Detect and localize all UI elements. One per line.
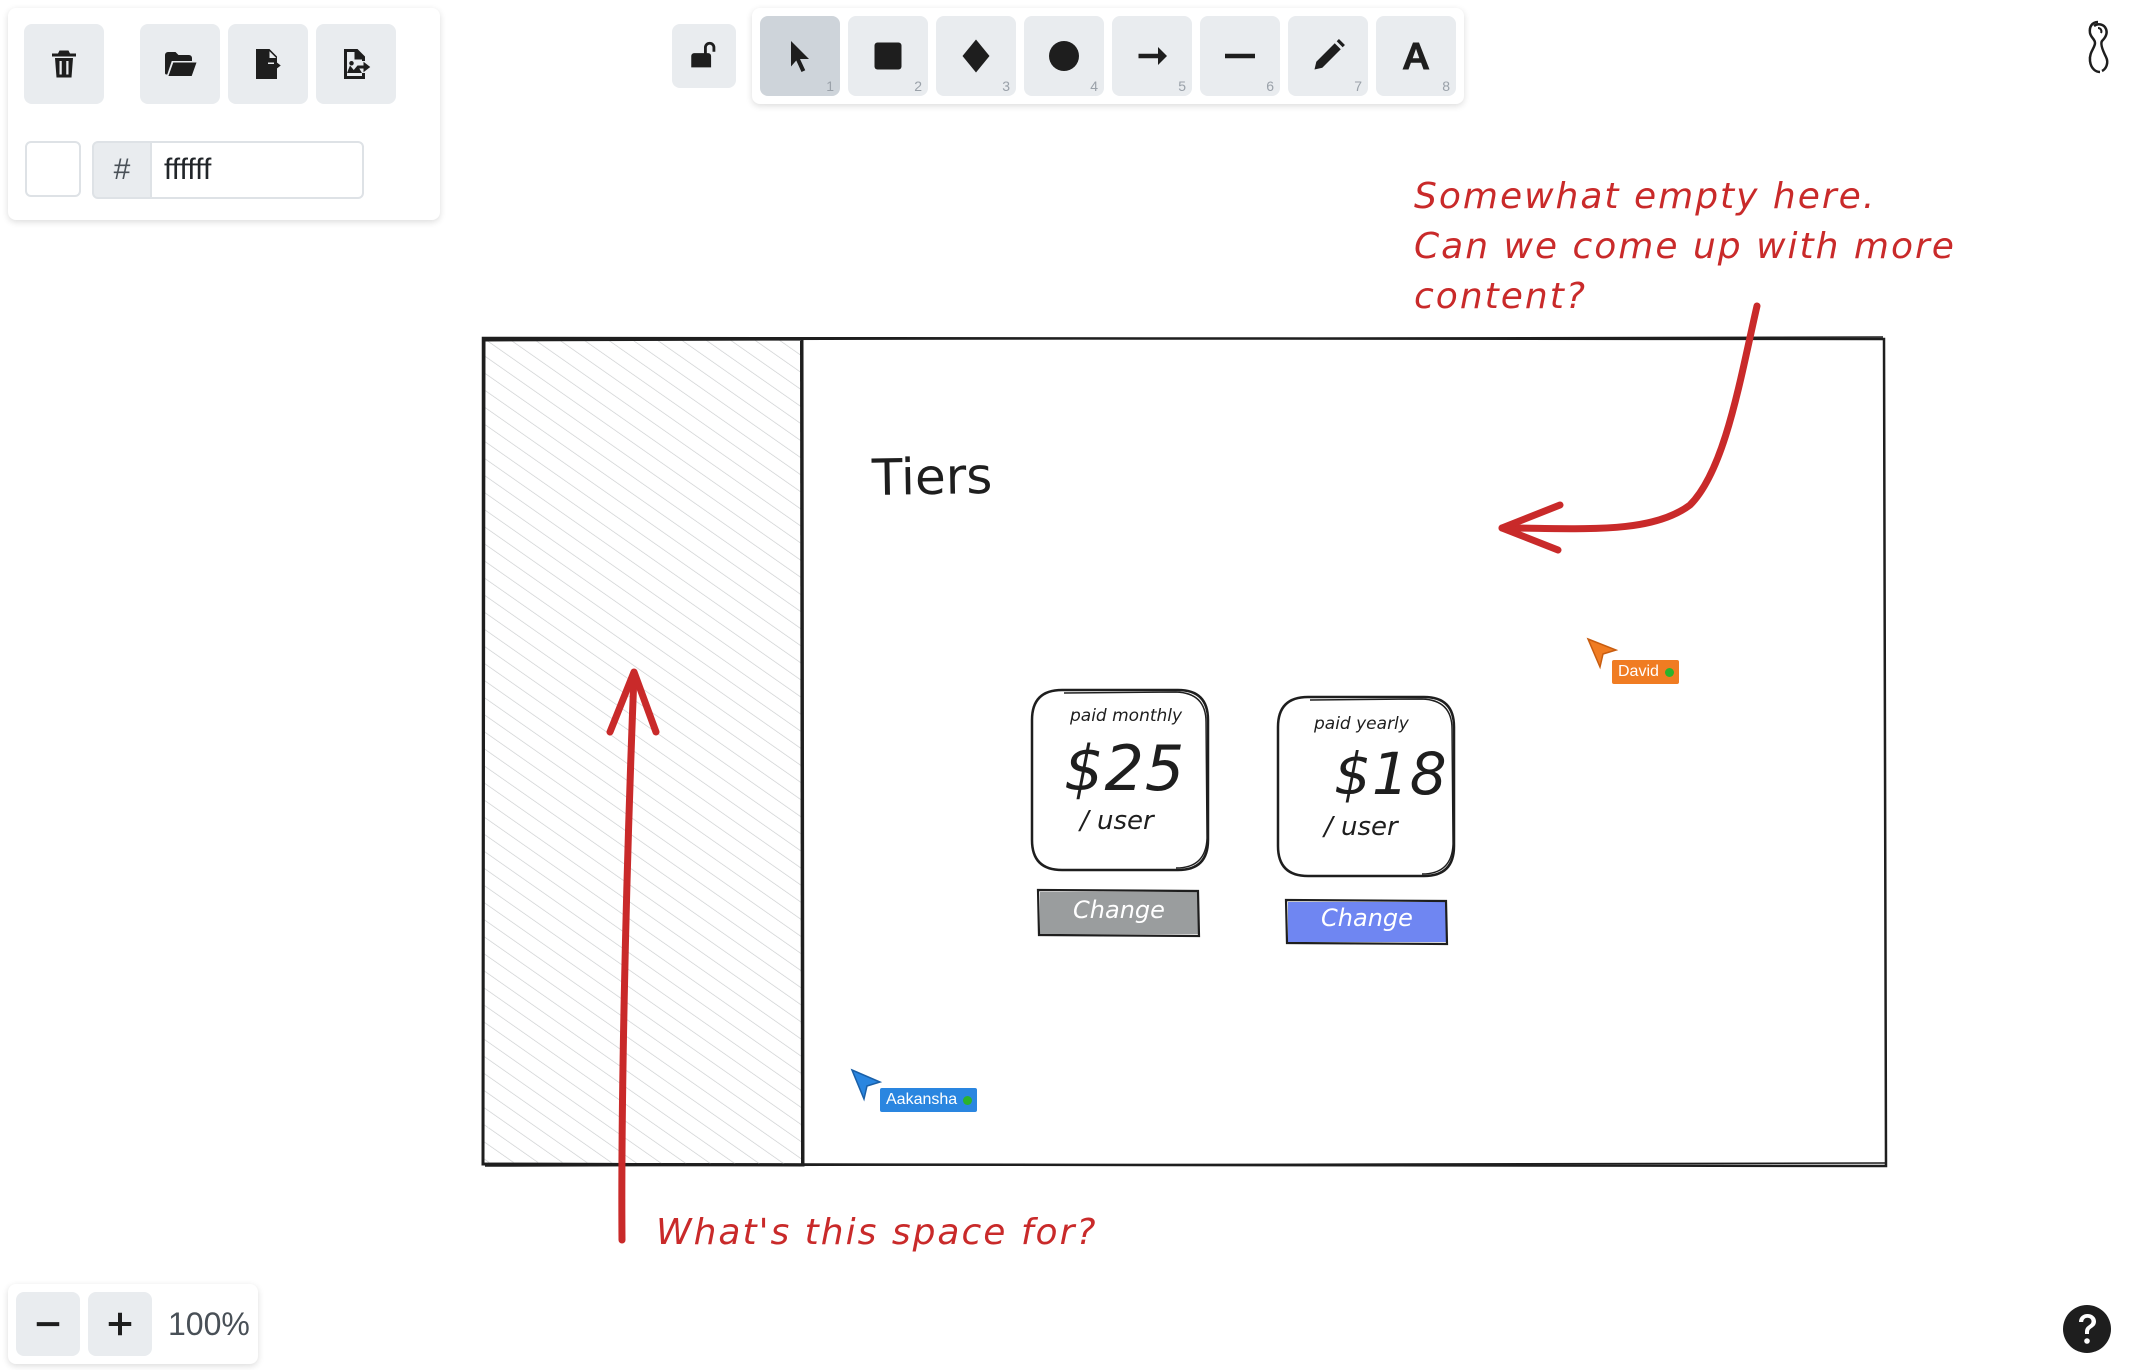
shortcut-label: 5 (1178, 78, 1186, 94)
card-monthly-unit: / user (1080, 806, 1154, 836)
tool-diamond[interactable]: 3 (936, 16, 1016, 96)
minus-icon (36, 1322, 60, 1327)
tool-text[interactable]: 8 (1376, 16, 1456, 96)
card-monthly-price: $25 (1064, 732, 1186, 805)
collaborator-david-name: David (1618, 663, 1659, 680)
image-export-icon (344, 49, 371, 79)
circle-icon (1049, 41, 1079, 71)
change-button-yearly[interactable]: Change (1288, 904, 1446, 932)
pencil-icon (1314, 39, 1345, 70)
line-icon (1225, 53, 1255, 59)
change-button-monthly[interactable]: Change (1040, 896, 1198, 924)
sidebar-placeholder (481, 337, 805, 1167)
zoom-level[interactable]: 100% (168, 1306, 250, 1343)
note-top: Somewhat empty here. Can we come up with… (1414, 172, 1956, 322)
canvas-actions-panel: # (8, 8, 440, 220)
shortcut-label: 3 (1002, 78, 1010, 94)
tiers-heading: Tiers (871, 446, 993, 508)
open-file-button[interactable] (140, 24, 220, 104)
diamond-icon (962, 39, 990, 73)
zoom-in-button[interactable] (88, 1292, 152, 1356)
shortcut-label: 2 (914, 78, 922, 94)
card-monthly-label: paid monthly (1070, 706, 1183, 726)
online-status-icon (963, 1096, 973, 1105)
note-bottom: What's this space for? (656, 1212, 1098, 1253)
note-top-line-3: content? (1414, 276, 1587, 317)
background-color-swatch[interactable] (25, 141, 81, 197)
zoom-out-button[interactable] (16, 1292, 80, 1356)
note-top-line-1: Somewhat empty here. (1414, 176, 1877, 217)
file-export-icon (256, 49, 281, 79)
pointer-icon (791, 41, 809, 73)
tool-arrow[interactable]: 5 (1112, 16, 1192, 96)
folder-open-icon (165, 52, 197, 76)
collaborator-aakansha: Aakansha (880, 1088, 978, 1112)
tool-rectangle[interactable]: 2 (848, 16, 928, 96)
shortcut-label: 1 (826, 78, 834, 94)
collaborator-aakansha-name: Aakansha (886, 1091, 958, 1108)
clear-canvas-button[interactable] (24, 24, 104, 104)
tool-ellipse[interactable]: 4 (1024, 16, 1104, 96)
tool-line[interactable]: 6 (1200, 16, 1280, 96)
export-file-button[interactable] (228, 24, 308, 104)
arrow-right-icon (1138, 47, 1167, 65)
shortcut-label: 6 (1266, 78, 1274, 94)
note-top-line-2: Can we come up with more (1414, 226, 1956, 267)
online-status-icon (1664, 668, 1674, 677)
annotation-arrow-top (1498, 302, 1761, 554)
help-icon (2063, 1305, 2111, 1353)
annotation-arrow-bottom (606, 668, 660, 1244)
github-icon (2088, 20, 2109, 74)
tool-selection[interactable]: 1 (760, 16, 840, 96)
export-image-button[interactable] (316, 24, 396, 104)
text-icon (1402, 42, 1430, 70)
collaborator-david: David (1612, 660, 1679, 684)
shortcut-label: 4 (1090, 78, 1098, 94)
trash-icon (52, 50, 76, 78)
zoom-panel: 100% (8, 1284, 258, 1364)
shape-toolbar: 1 2 3 4 5 6 7 8 (752, 8, 1464, 104)
plus-icon (108, 1312, 132, 1336)
square-icon (874, 42, 902, 70)
unlock-icon (691, 41, 716, 68)
tool-draw[interactable]: 7 (1288, 16, 1368, 96)
card-yearly-unit: / user (1324, 812, 1398, 842)
lock-tool-button[interactable] (672, 24, 736, 88)
background-color-input[interactable] (152, 141, 364, 199)
cursor-aakansha-icon (850, 1068, 883, 1102)
hex-prefix: # (92, 141, 152, 199)
card-yearly-price: $18 (1334, 740, 1448, 808)
shortcut-label: 8 (1442, 78, 1450, 94)
card-yearly-label: paid yearly (1314, 714, 1409, 734)
help-button[interactable] (2062, 1304, 2112, 1354)
github-link[interactable] (2080, 18, 2116, 78)
shortcut-label: 7 (1354, 78, 1362, 94)
